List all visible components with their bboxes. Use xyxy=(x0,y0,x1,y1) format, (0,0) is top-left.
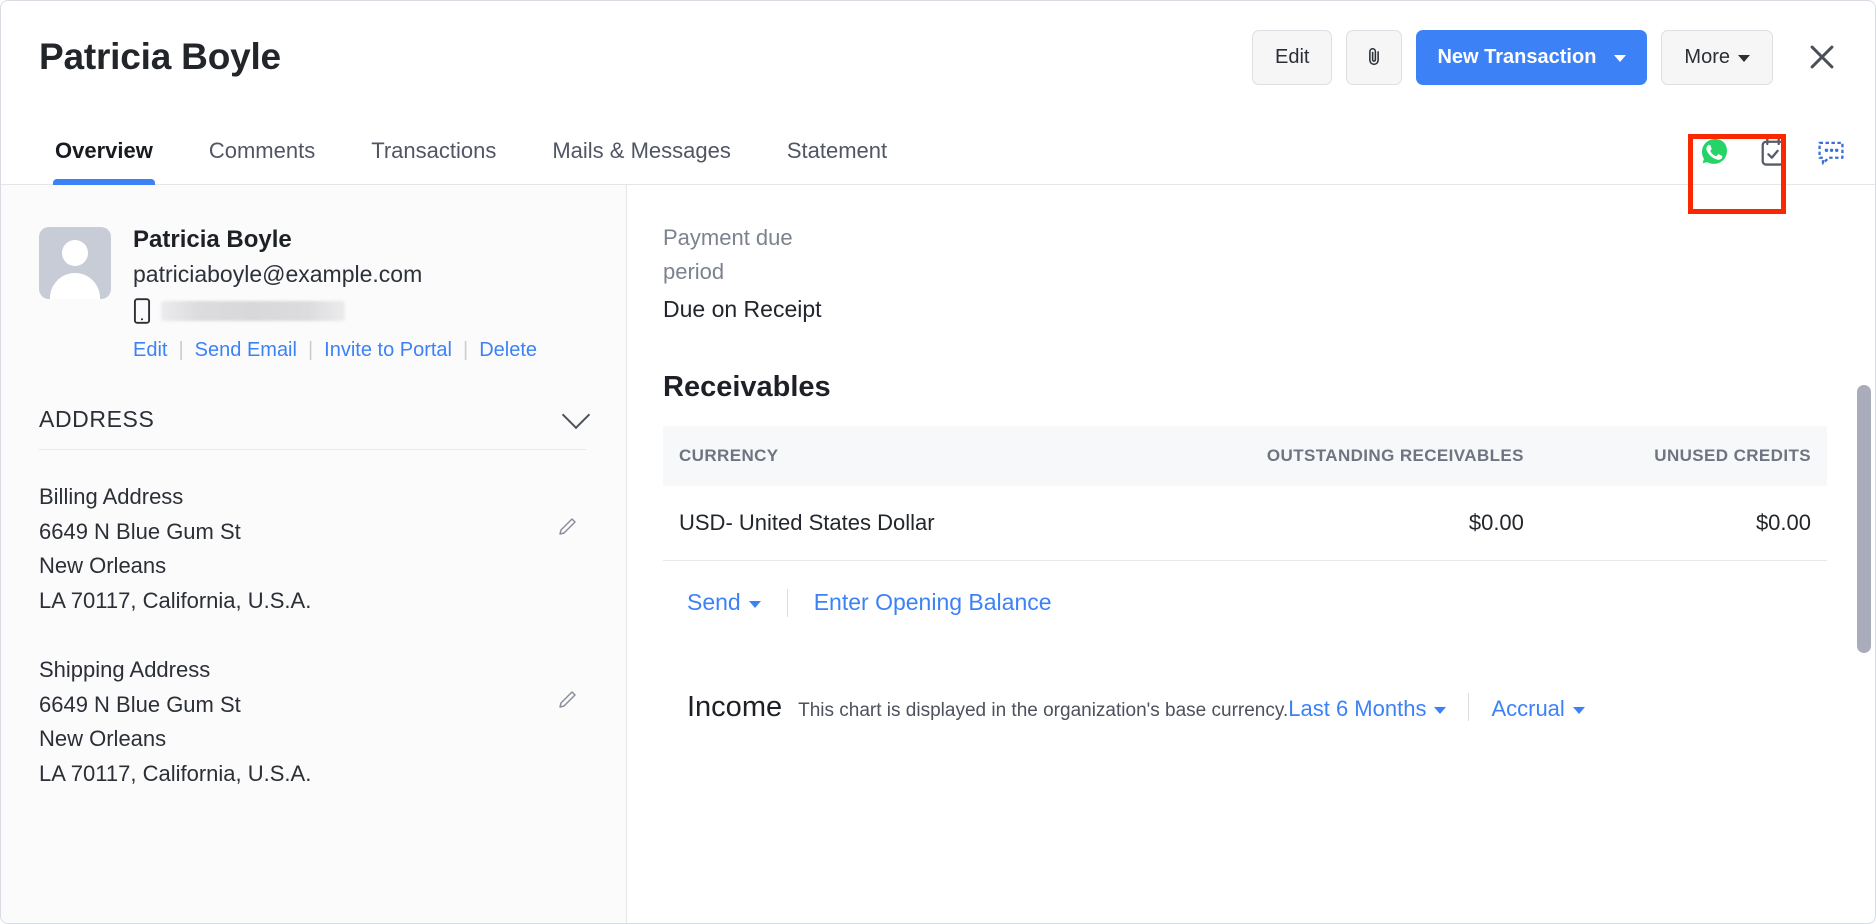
income-period-label: Last 6 Months xyxy=(1288,696,1426,722)
cell-currency: USD- United States Dollar xyxy=(663,486,1100,561)
billing-address-label: Billing Address xyxy=(39,480,586,515)
income-period-dropdown[interactable]: Last 6 Months xyxy=(1288,696,1446,722)
new-transaction-label: New Transaction xyxy=(1437,46,1596,69)
contact-invite-portal-link[interactable]: Invite to Portal xyxy=(324,339,452,362)
income-basis-label: Accrual xyxy=(1491,696,1564,722)
link-divider: | xyxy=(178,339,183,362)
link-divider: | xyxy=(463,339,468,362)
avatar-head xyxy=(62,240,88,266)
shipping-address-label: Shipping Address xyxy=(39,653,586,688)
content-body: Patricia Boyle patriciaboyle@example.com… xyxy=(1,185,1875,924)
tab-list: Overview Comments Transactions Mails & M… xyxy=(27,113,1695,184)
more-button[interactable]: More xyxy=(1661,30,1773,85)
shipping-address-line2: New Orleans xyxy=(39,722,586,757)
contact-delete-link[interactable]: Delete xyxy=(479,339,537,362)
task-clipboard-icon xyxy=(1757,136,1789,168)
comment-bubble-icon xyxy=(1815,136,1847,168)
column-outstanding-receivables: OUTSTANDING RECEIVABLES xyxy=(1100,426,1540,486)
tab-transactions[interactable]: Transactions xyxy=(343,138,524,184)
tasks-button[interactable] xyxy=(1753,132,1793,172)
new-transaction-button[interactable]: New Transaction xyxy=(1416,30,1647,85)
column-unused-credits: UNUSED CREDITS xyxy=(1540,426,1827,486)
address-section-title: ADDRESS xyxy=(39,406,154,433)
receivables-actions: Send Enter Opening Balance xyxy=(663,589,1827,617)
tab-mails-messages[interactable]: Mails & Messages xyxy=(524,138,759,184)
chevron-down-icon xyxy=(1573,707,1585,714)
contact-email: patriciaboyle@example.com xyxy=(133,261,586,289)
attachment-button[interactable] xyxy=(1346,30,1402,85)
chevron-down-icon xyxy=(1614,55,1626,62)
edit-shipping-address-icon[interactable] xyxy=(556,687,580,711)
close-button[interactable] xyxy=(1799,34,1845,80)
contact-edit-link[interactable]: Edit xyxy=(133,339,167,362)
send-dropdown[interactable]: Send xyxy=(687,589,761,616)
comments-button[interactable] xyxy=(1811,132,1851,172)
chevron-down-icon xyxy=(749,601,761,608)
table-header-row: CURRENCY OUTSTANDING RECEIVABLES UNUSED … xyxy=(663,426,1827,486)
edit-button[interactable]: Edit xyxy=(1252,30,1332,85)
income-basis-dropdown[interactable]: Accrual xyxy=(1491,696,1584,722)
billing-address-line1: 6649 N Blue Gum St xyxy=(39,515,586,550)
shipping-address-block: Shipping Address 6649 N Blue Gum St New … xyxy=(39,653,586,792)
tab-bar: Overview Comments Transactions Mails & M… xyxy=(1,113,1875,185)
billing-address-block: Billing Address 6649 N Blue Gum St New O… xyxy=(39,480,586,619)
overview-panel: Payment due period Due on Receipt Receiv… xyxy=(627,185,1875,924)
shipping-address-line1: 6649 N Blue Gum St xyxy=(39,688,586,723)
contact-actions: Edit | Send Email | Invite to Portal | D… xyxy=(133,339,586,362)
column-currency: CURRENCY xyxy=(663,426,1100,486)
receivables-table-head: CURRENCY OUTSTANDING RECEIVABLES UNUSED … xyxy=(663,426,1827,486)
edit-billing-address-icon[interactable] xyxy=(556,514,580,538)
tab-overview[interactable]: Overview xyxy=(27,138,181,184)
chevron-down-icon xyxy=(1738,55,1750,62)
header-actions: Edit New Transaction More xyxy=(1252,30,1845,85)
avatar xyxy=(39,227,111,299)
contact-info: Patricia Boyle patriciaboyle@example.com… xyxy=(133,227,586,362)
page-title: Patricia Boyle xyxy=(39,36,1252,78)
receivables-table-body: USD- United States Dollar $0.00 $0.00 xyxy=(663,486,1827,561)
payment-due-value: Due on Receipt xyxy=(663,296,1827,323)
cell-outstanding: $0.00 xyxy=(1100,486,1540,561)
action-divider xyxy=(787,589,788,617)
avatar-body xyxy=(50,273,100,299)
whatsapp-icon xyxy=(1697,134,1733,170)
contact-send-email-link[interactable]: Send Email xyxy=(195,339,297,362)
tab-statement[interactable]: Statement xyxy=(759,138,915,184)
table-row: USD- United States Dollar $0.00 $0.00 xyxy=(663,486,1827,561)
close-icon xyxy=(1805,40,1839,74)
address-section-header[interactable]: ADDRESS xyxy=(39,406,586,450)
contact-summary: Patricia Boyle patriciaboyle@example.com… xyxy=(39,227,586,362)
contact-phone-row xyxy=(133,297,586,325)
enter-opening-balance-link[interactable]: Enter Opening Balance xyxy=(814,589,1052,616)
billing-address-line2: New Orleans xyxy=(39,549,586,584)
income-note: This chart is displayed in the organizat… xyxy=(798,700,1288,722)
chevron-down-icon[interactable] xyxy=(562,401,590,429)
customer-detail-window: Patricia Boyle Edit New Transaction More xyxy=(0,0,1876,924)
mobile-phone-icon xyxy=(133,298,151,324)
tab-comments[interactable]: Comments xyxy=(181,138,343,184)
contact-phone-redacted xyxy=(161,301,345,321)
billing-address-line3: LA 70117, California, U.S.A. xyxy=(39,584,586,619)
receivables-heading: Receivables xyxy=(663,371,1827,404)
whatsapp-button[interactable] xyxy=(1695,132,1735,172)
cell-unused-credits: $0.00 xyxy=(1540,486,1827,561)
chevron-down-icon xyxy=(1434,707,1446,714)
window-header: Patricia Boyle Edit New Transaction More xyxy=(1,1,1875,113)
income-header: Income This chart is displayed in the or… xyxy=(663,691,1827,724)
income-divider xyxy=(1468,693,1469,721)
link-divider: | xyxy=(308,339,313,362)
tab-icon-group xyxy=(1695,132,1851,184)
contact-name: Patricia Boyle xyxy=(133,227,586,253)
more-label: More xyxy=(1684,46,1730,69)
send-label: Send xyxy=(687,589,741,616)
receivables-table: CURRENCY OUTSTANDING RECEIVABLES UNUSED … xyxy=(663,426,1827,561)
shipping-address-line3: LA 70117, California, U.S.A. xyxy=(39,757,586,792)
payment-due-label: Payment due period xyxy=(663,221,813,290)
contact-sidebar: Patricia Boyle patriciaboyle@example.com… xyxy=(1,185,627,924)
paperclip-icon xyxy=(1363,46,1385,68)
vertical-scrollbar-thumb[interactable] xyxy=(1857,385,1871,653)
income-title: Income xyxy=(687,691,782,724)
